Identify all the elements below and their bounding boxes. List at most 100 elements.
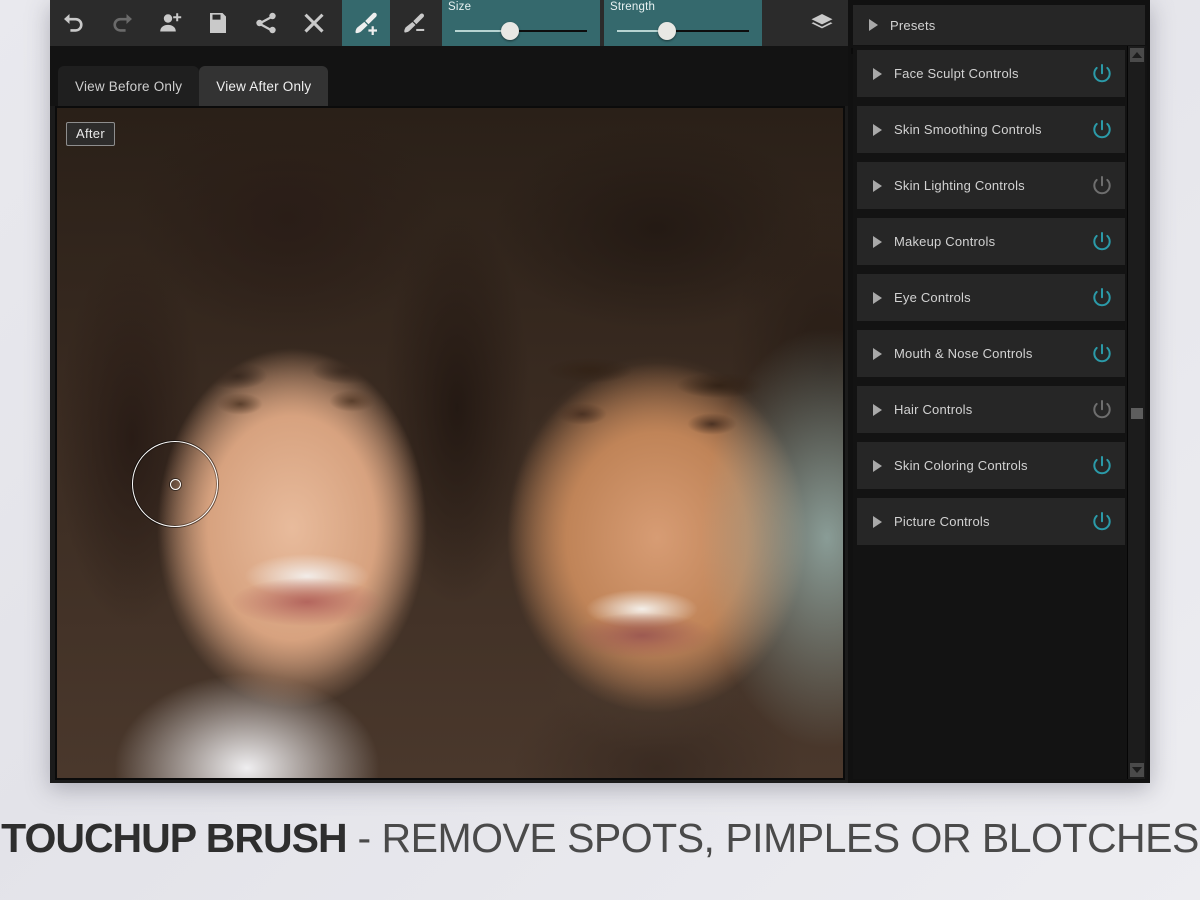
presets-label: Presets (890, 17, 936, 33)
control-row[interactable]: Face Sculpt Controls (857, 50, 1125, 97)
control-row-label: Mouth & Nose Controls (894, 346, 1033, 361)
control-row-label: Skin Coloring Controls (894, 458, 1028, 473)
photo-detail (217, 393, 263, 415)
chevron-right-icon (873, 123, 882, 136)
power-toggle-icon[interactable] (1091, 399, 1113, 421)
strength-slider-track[interactable] (617, 30, 749, 32)
control-row-label: Picture Controls (894, 514, 990, 529)
chevron-right-icon (873, 179, 882, 192)
redo-button[interactable] (98, 0, 146, 46)
brush-cursor-center (169, 478, 181, 490)
redo-icon (109, 10, 135, 36)
power-toggle-icon[interactable] (1091, 343, 1113, 365)
size-slider-track[interactable] (455, 30, 587, 32)
layers-button[interactable] (796, 0, 848, 46)
caption: TOUCHUP BRUSH - REMOVE SPOTS, PIMPLES OR… (0, 815, 1200, 862)
photo-detail (557, 403, 607, 425)
control-row-label: Hair Controls (894, 402, 973, 417)
app-window: Size Strength View Before Only View Afte… (50, 0, 1150, 783)
control-row[interactable]: Skin Coloring Controls (857, 442, 1125, 489)
scrollbar-up-arrow[interactable] (1130, 48, 1144, 62)
save-icon (206, 11, 230, 35)
power-toggle-icon[interactable] (1091, 287, 1113, 309)
triangle-down-icon (1132, 767, 1142, 773)
power-toggle-icon[interactable] (1091, 63, 1113, 85)
photo-detail (677, 373, 762, 398)
controls-list: Face Sculpt Controls Skin Smoothing Contr… (853, 46, 1125, 779)
photo-detail (547, 358, 632, 383)
photo-detail (687, 413, 737, 435)
size-slider[interactable]: Size (442, 0, 600, 46)
add-person-icon (157, 10, 183, 36)
presets-row[interactable]: Presets (853, 5, 1145, 45)
tab-view-before-only[interactable]: View Before Only (58, 66, 200, 106)
control-row-label: Skin Lighting Controls (894, 178, 1025, 193)
chevron-right-icon (873, 291, 882, 304)
strength-slider-knob[interactable] (658, 22, 677, 40)
chevron-right-icon (873, 515, 882, 528)
close-button[interactable] (290, 0, 338, 46)
chevron-right-icon (873, 459, 882, 472)
layers-icon (809, 10, 835, 36)
size-slider-label: Size (448, 1, 472, 13)
size-slider-knob[interactable] (501, 22, 520, 40)
chevron-right-icon (873, 235, 882, 248)
power-toggle-icon[interactable] (1091, 511, 1113, 533)
chevron-right-icon (873, 347, 882, 360)
brush-remove-button[interactable] (390, 0, 438, 46)
undo-icon (61, 10, 87, 36)
control-row[interactable]: Mouth & Nose Controls (857, 330, 1125, 377)
toolbar: Size Strength (50, 0, 848, 46)
tab-view-after-only[interactable]: View After Only (199, 66, 329, 106)
control-row[interactable]: Skin Smoothing Controls (857, 106, 1125, 153)
photo-detail (329, 390, 375, 412)
strength-slider-label: Strength (610, 1, 656, 13)
control-row-label: Skin Smoothing Controls (894, 122, 1042, 137)
brush-add-button[interactable] (342, 0, 390, 46)
photo-detail (312, 358, 382, 384)
add-person-button[interactable] (146, 0, 194, 46)
photo-detail (207, 363, 267, 389)
view-mode-tabs: View Before Only View After Only (50, 46, 848, 106)
tab-view-after-only-label: View After Only (216, 78, 312, 94)
editor-left-column: Size Strength View Before Only View Afte… (50, 0, 848, 783)
controls-scroll-area: Face Sculpt Controls Skin Smoothing Contr… (853, 46, 1147, 779)
save-button[interactable] (194, 0, 242, 46)
brush-plus-icon (352, 9, 380, 37)
close-icon (302, 11, 326, 35)
chevron-right-icon (873, 403, 882, 416)
caption-rest: - REMOVE SPOTS, PIMPLES OR BLOTCHES (346, 815, 1199, 861)
image-canvas[interactable]: After (55, 106, 845, 780)
control-row[interactable]: Hair Controls (857, 386, 1125, 433)
control-row-label: Makeup Controls (894, 234, 996, 249)
controls-panel: Presets Face Sculpt Controls Skin Smoothi… (848, 0, 1150, 783)
undo-button[interactable] (50, 0, 98, 46)
power-toggle-icon[interactable] (1091, 119, 1113, 141)
share-button[interactable] (242, 0, 290, 46)
control-row[interactable]: Eye Controls (857, 274, 1125, 321)
panel-scrollbar[interactable] (1127, 46, 1145, 779)
brush-cursor (132, 441, 218, 527)
chevron-right-icon (873, 67, 882, 80)
control-row-label: Eye Controls (894, 290, 971, 305)
control-row[interactable]: Makeup Controls (857, 218, 1125, 265)
scrollbar-thumb[interactable] (1131, 407, 1143, 419)
triangle-up-icon (1132, 52, 1142, 58)
chevron-right-icon (869, 19, 878, 31)
power-toggle-icon[interactable] (1091, 455, 1113, 477)
caption-strong: TOUCHUP BRUSH (1, 815, 347, 861)
after-badge: After (66, 122, 115, 146)
scrollbar-down-arrow[interactable] (1130, 763, 1144, 777)
control-row[interactable]: Skin Lighting Controls (857, 162, 1125, 209)
power-toggle-icon[interactable] (1091, 231, 1113, 253)
photo-detail (232, 578, 382, 626)
strength-slider[interactable]: Strength (604, 0, 762, 46)
brush-minus-icon (401, 10, 427, 36)
photo-detail (572, 613, 712, 658)
share-icon (254, 11, 278, 35)
control-row-label: Face Sculpt Controls (894, 66, 1019, 81)
control-row[interactable]: Picture Controls (857, 498, 1125, 545)
power-toggle-icon[interactable] (1091, 175, 1113, 197)
tab-view-before-only-label: View Before Only (75, 78, 183, 94)
